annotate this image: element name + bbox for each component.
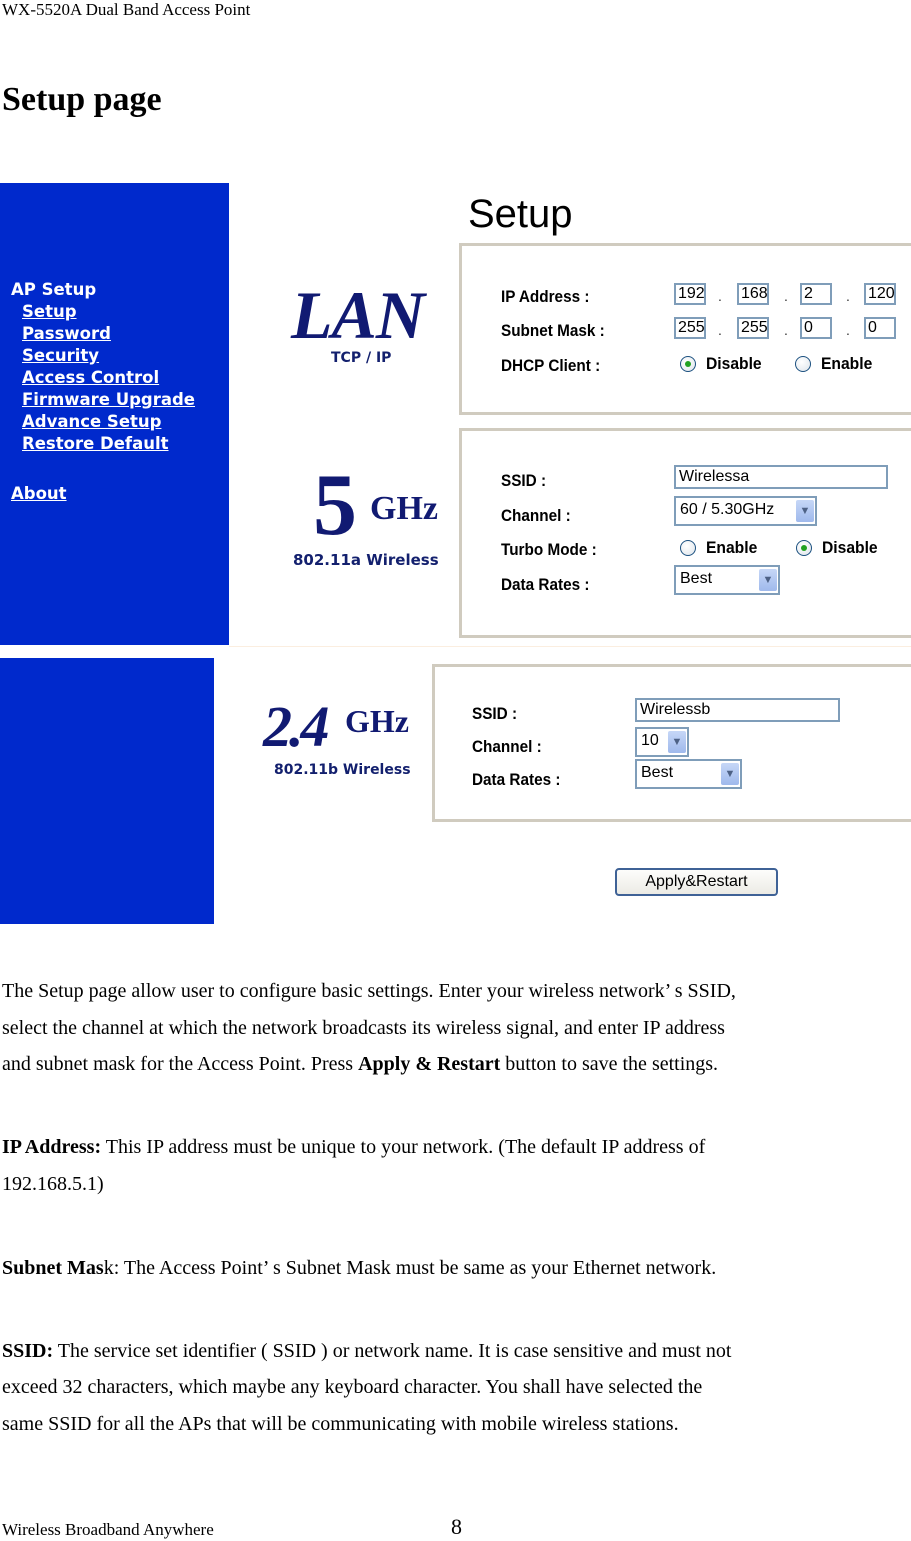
chevron-down-icon[interactable]: ▼ <box>721 763 739 785</box>
ssid-5g-label: SSID : <box>501 471 547 490</box>
ip-address-text: This IP address must be unique to your n… <box>101 1136 706 1158</box>
running-header: WX-5520A Dual Band Access Point <box>2 0 251 19</box>
sidebar-item-about[interactable]: About <box>11 484 67 504</box>
mask-separator: . <box>846 322 850 338</box>
ip-address-label: IP Address : <box>501 287 590 306</box>
setup-screenshot: AP Setup Setup Password Security Access … <box>0 183 911 925</box>
channel-5g-label: Channel : <box>501 506 571 525</box>
dhcp-disable-label: Disable <box>706 354 762 373</box>
mask-octet-1[interactable]: 255 <box>674 317 706 339</box>
lan-logo: LAN <box>291 277 425 353</box>
mask-separator: . <box>784 322 788 338</box>
sidebar-item-setup[interactable]: Setup <box>22 302 77 322</box>
24ghz-logo-unit: GHz <box>345 703 409 739</box>
ssid-24g-label: SSID : <box>472 704 518 723</box>
sidebar-heading: AP Setup <box>11 280 97 299</box>
page-title: Setup page <box>2 81 162 118</box>
data-rates-5g-label: Data Rates : <box>501 575 590 594</box>
apply-restart-term: Apply & Restart <box>358 1053 501 1075</box>
ssid-24g-input[interactable]: Wirelessb <box>635 698 840 722</box>
turbo-enable-label: Enable <box>706 538 758 557</box>
5ghz-logo-subtitle: 802.11a Wireless <box>293 551 439 569</box>
intro-line-3: and subnet mask for the Access Point. Pr… <box>2 1046 911 1083</box>
ssid-text: The service set identifier ( SSID ) or n… <box>53 1340 732 1362</box>
sidebar-item-advance-setup[interactable]: Advance Setup <box>22 412 161 432</box>
lan-logo-subtitle: TCP / IP <box>331 350 392 366</box>
ssid-line-2: exceed 32 characters, which maybe any ke… <box>2 1376 703 1398</box>
data-rates-24g-value: Best <box>641 764 674 781</box>
setup-heading: Setup <box>468 192 573 236</box>
mask-separator: . <box>718 322 722 338</box>
apply-restart-button[interactable]: Apply&Restart <box>615 868 778 896</box>
channel-5g-value: 60 / 5.30GHz <box>680 501 775 518</box>
channel-5g-select[interactable]: 60 / 5.30GHz ▼ <box>674 496 817 526</box>
ip-separator: . <box>784 288 788 304</box>
ip-separator: . <box>846 288 850 304</box>
ip-address-paragraph: IP Address: This IP address must be uniq… <box>2 1129 911 1166</box>
ssid-line-3: same SSID for all the APs that will be c… <box>2 1413 679 1435</box>
data-rates-24g-select[interactable]: Best ▼ <box>635 759 742 789</box>
turbo-disable-radio[interactable] <box>796 540 812 556</box>
turbo-mode-label: Turbo Mode : <box>501 540 597 559</box>
frame-divider <box>229 646 911 647</box>
dhcp-enable-label: Enable <box>821 354 873 373</box>
ip-separator: . <box>718 288 722 304</box>
ip-octet-4[interactable]: 120 <box>864 283 896 305</box>
ip-address-line-2: 192.168.5.1) <box>2 1173 104 1195</box>
data-rates-24g-label: Data Rates : <box>472 770 561 789</box>
ssid-term: SSID: <box>2 1340 54 1362</box>
subnet-mask-label: Subnet Mask : <box>501 321 605 340</box>
subnet-mask-text: k: The Access Point’ s Subnet Mask must … <box>103 1257 717 1279</box>
5ghz-logo-unit: GHz <box>370 490 438 527</box>
turbo-disable-label: Disable <box>822 538 878 557</box>
dhcp-enable-radio[interactable] <box>795 356 811 372</box>
subnet-mask-paragraph: Subnet Mask: The Access Point’ s Subnet … <box>2 1250 911 1287</box>
footer-text: Wireless Broadband Anywhere <box>2 1520 214 1539</box>
chevron-down-icon[interactable]: ▼ <box>796 500 814 522</box>
sidebar-item-password[interactable]: Password <box>22 324 111 344</box>
intro-line-1: The Setup page allow user to configure b… <box>2 980 736 1002</box>
channel-24g-select[interactable]: 10 ▼ <box>635 727 689 757</box>
sidebar-item-firmware-upgrade[interactable]: Firmware Upgrade <box>22 390 195 410</box>
mask-octet-3[interactable]: 0 <box>800 317 832 339</box>
sidebar: AP Setup Setup Password Security Access … <box>0 183 229 645</box>
data-rates-5g-value: Best <box>680 570 713 587</box>
sidebar-lower <box>0 658 214 924</box>
chevron-down-icon[interactable]: ▼ <box>668 731 686 753</box>
sidebar-item-restore-default[interactable]: Restore Default <box>22 434 169 454</box>
mask-octet-4[interactable]: 0 <box>864 317 896 339</box>
sidebar-item-security[interactable]: Security <box>22 346 99 366</box>
wireless-5ghz-panel <box>459 428 911 638</box>
ssid-5g-input[interactable]: Wirelessa <box>674 465 888 489</box>
channel-24g-label: Channel : <box>472 737 542 756</box>
subnet-mask-term: Subnet Mas <box>2 1257 104 1279</box>
ip-address-term: IP Address: <box>2 1136 102 1158</box>
intro-text: and subnet mask for the Access Point. Pr… <box>2 1053 359 1075</box>
chevron-down-icon[interactable]: ▼ <box>759 569 777 591</box>
24ghz-logo-subtitle: 802.11b Wireless <box>274 762 411 778</box>
24ghz-logo-number: 2.4 <box>263 694 329 759</box>
turbo-enable-radio[interactable] <box>680 540 696 556</box>
ssid-paragraph: SSID: The service set identifier ( SSID … <box>2 1333 911 1370</box>
data-rates-5g-select[interactable]: Best ▼ <box>674 565 780 595</box>
5ghz-logo-number: 5 <box>313 457 357 554</box>
ip-octet-2[interactable]: 168 <box>737 283 769 305</box>
ip-octet-1[interactable]: 192 <box>674 283 706 305</box>
mask-octet-2[interactable]: 255 <box>737 317 769 339</box>
ip-octet-3[interactable]: 2 <box>800 283 832 305</box>
dhcp-disable-radio[interactable] <box>680 356 696 372</box>
channel-24g-value: 10 <box>641 732 659 749</box>
intro-line-2: select the channel at which the network … <box>2 1017 725 1039</box>
intro-text: button to save the settings. <box>500 1053 719 1075</box>
dhcp-client-label: DHCP Client : <box>501 356 601 375</box>
sidebar-item-access-control[interactable]: Access Control <box>22 368 159 388</box>
page-number: 8 <box>451 1514 462 1539</box>
